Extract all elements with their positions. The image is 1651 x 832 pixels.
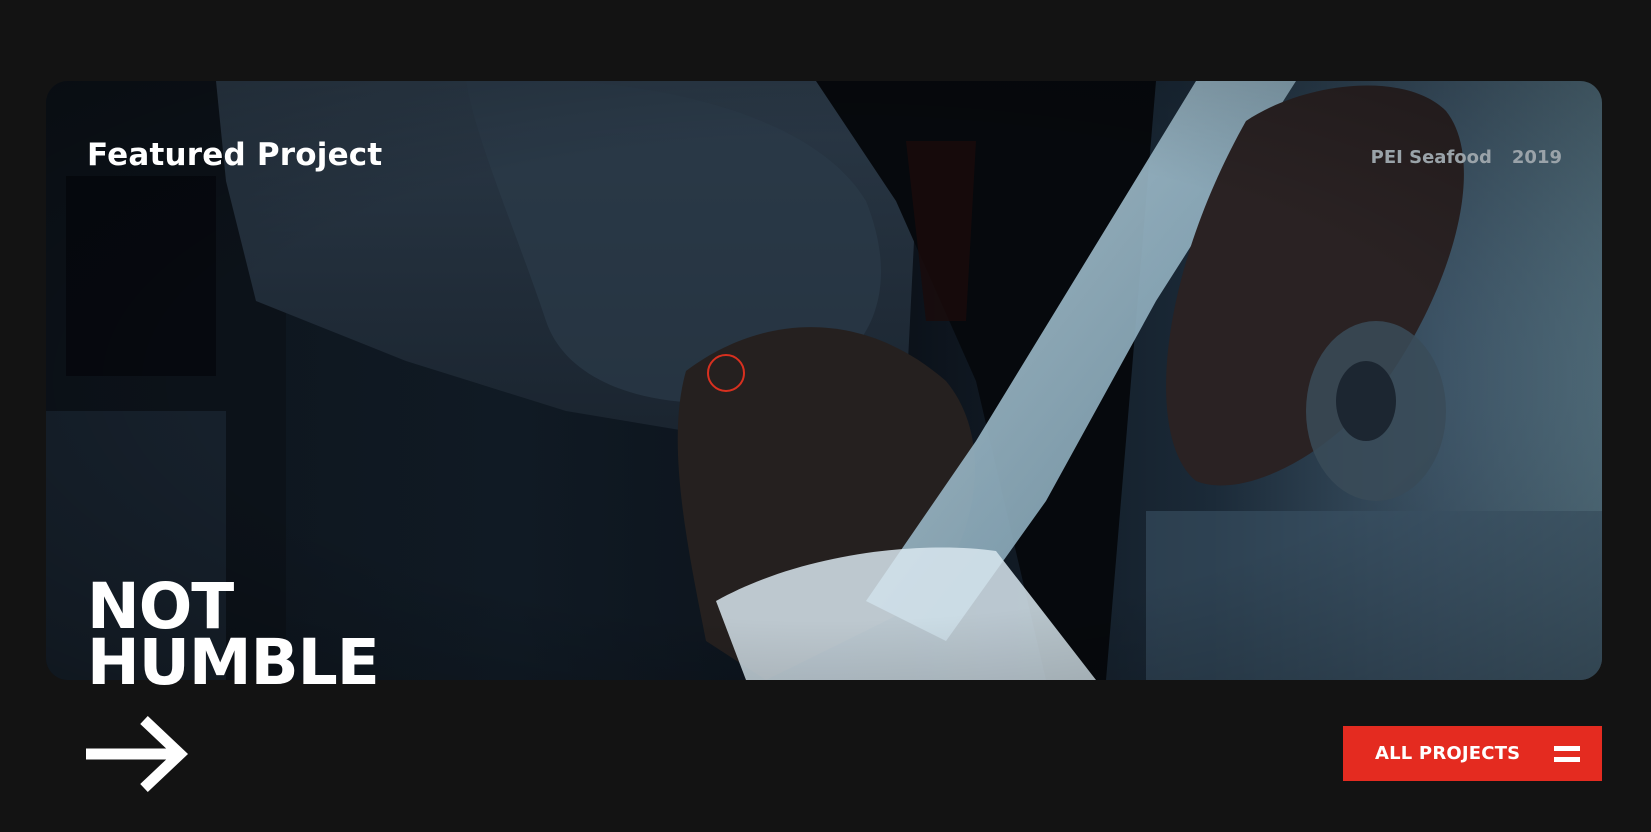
arrow-right-icon[interactable] [86, 716, 192, 792]
page: Featured Project PEI Seafood 2019 NOT HU… [0, 0, 1651, 832]
cursor-ring [707, 354, 745, 392]
all-projects-button[interactable]: ALL PROJECTS [1343, 726, 1602, 781]
menu-icon [1554, 744, 1580, 764]
project-client: PEI Seafood [1370, 147, 1492, 168]
all-projects-label: ALL PROJECTS [1375, 743, 1521, 764]
project-name[interactable]: NOT HUMBLE [87, 575, 380, 699]
project-name-line-2: HUMBLE [87, 626, 380, 699]
project-meta: PEI Seafood 2019 [1371, 147, 1562, 168]
project-year: 2019 [1511, 147, 1562, 168]
featured-project-title: Featured Project [87, 137, 383, 173]
